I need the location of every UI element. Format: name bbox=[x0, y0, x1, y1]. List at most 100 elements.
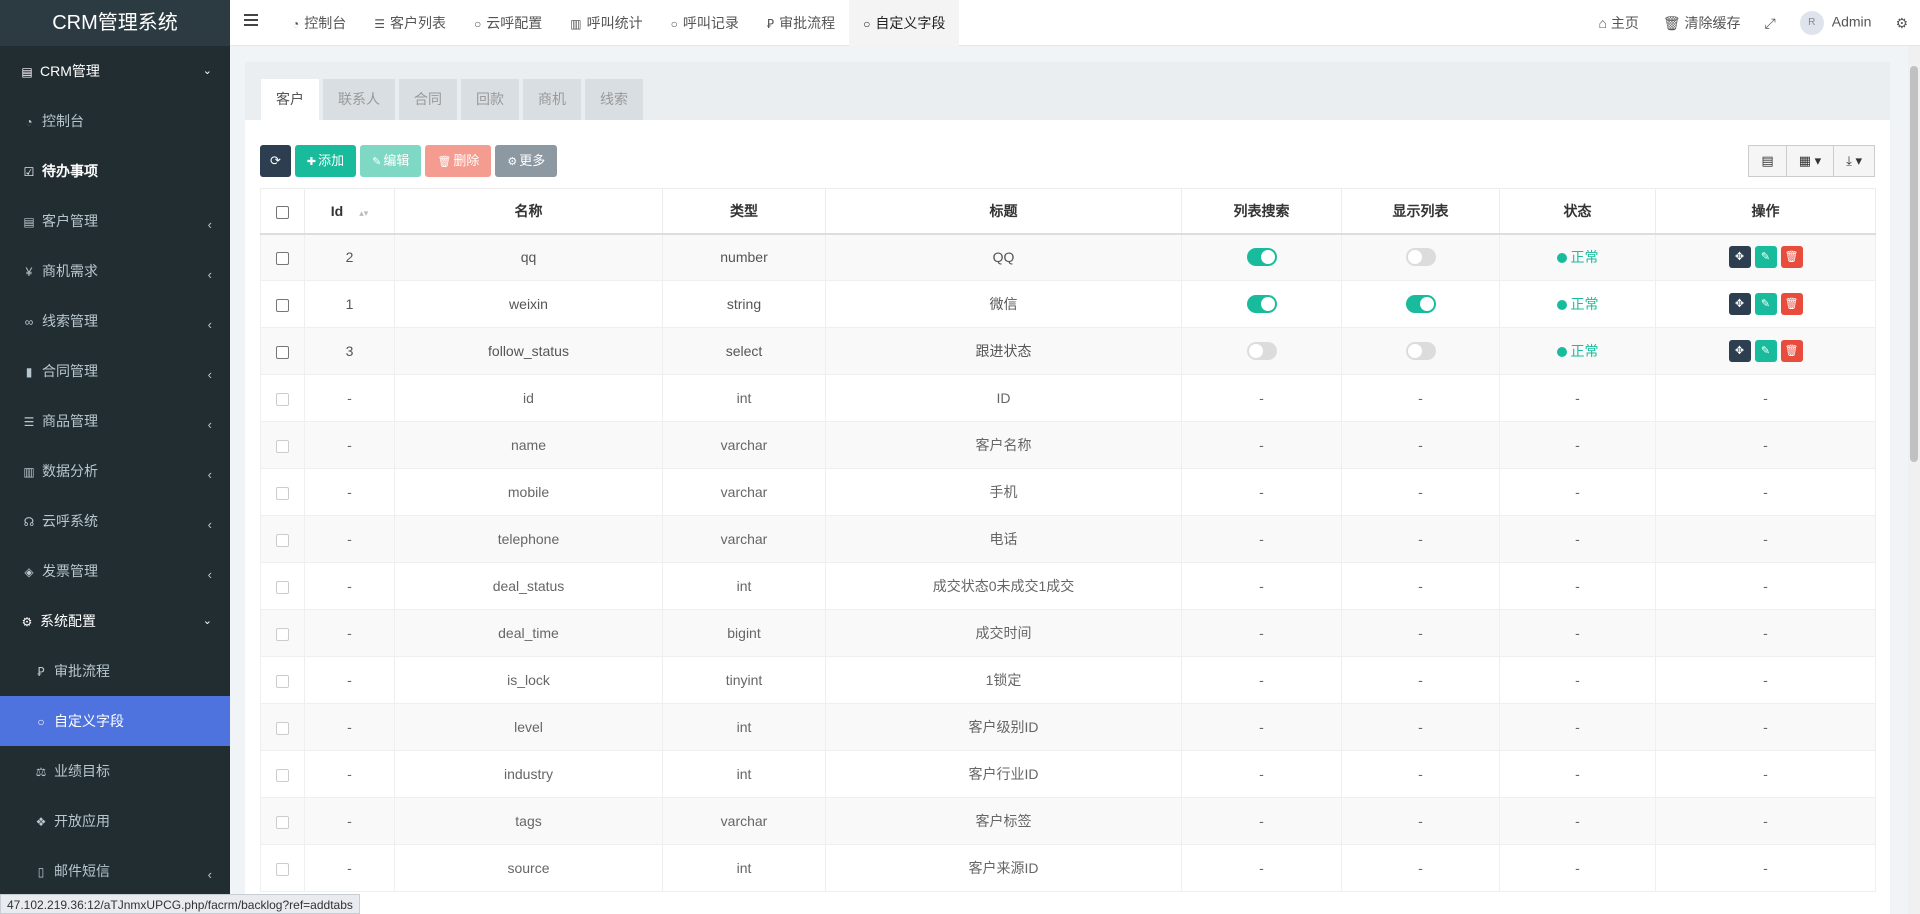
select-all-checkbox[interactable] bbox=[276, 205, 289, 219]
export-button[interactable]: ⤓ ▾ bbox=[1833, 145, 1875, 177]
cell-status: 正常 bbox=[1499, 233, 1656, 281]
top-tabs: ◔ 控制台 ☰ 客户列表 ○ 云呼配置 ▥ 呼叫统计 ○ 呼叫记录 Ꝑ 审批流程 ○ 自定义字段 bbox=[278, 0, 960, 46]
row-checkbox[interactable] bbox=[276, 345, 289, 359]
subtab-5[interactable]: 线索 bbox=[585, 79, 643, 120]
row-delete-button[interactable]: 🗑 bbox=[1780, 293, 1803, 315]
sidebar-item-label: 邮件短信 bbox=[54, 863, 110, 879]
delete-button[interactable]: 🗑 删除 bbox=[425, 145, 492, 177]
sidebar-item-12[interactable]: Ꝑ 审批流程 bbox=[0, 646, 230, 696]
list-icon: ☰ bbox=[374, 17, 386, 31]
row-delete-button[interactable]: 🗑 bbox=[1780, 340, 1803, 362]
top-tab-5[interactable]: Ꝑ 审批流程 bbox=[753, 0, 849, 46]
sidebar-item-1[interactable]: ◔ 控制台 bbox=[0, 96, 230, 146]
drag-sort-button[interactable]: ✥ bbox=[1728, 340, 1751, 362]
sidebar-item-2[interactable]: ☑ 待办事项 bbox=[0, 146, 230, 196]
cell-search: - bbox=[1181, 562, 1342, 610]
sidebar-item-8[interactable]: ▥ 数据分析 ‹ bbox=[0, 446, 230, 496]
sidebar-item-9[interactable]: ☊ 云呼系统 ‹ bbox=[0, 496, 230, 546]
show-list-toggle[interactable] bbox=[1405, 342, 1436, 361]
show-list-toggle[interactable] bbox=[1405, 295, 1436, 314]
list-search-toggle[interactable] bbox=[1246, 342, 1277, 361]
show-list-toggle[interactable] bbox=[1405, 248, 1436, 267]
cell-id: - bbox=[304, 656, 395, 704]
cell-id: - bbox=[304, 750, 395, 798]
top-tab-label: 呼叫统计 bbox=[586, 15, 643, 31]
row-checkbox[interactable] bbox=[276, 252, 289, 266]
status-badge[interactable]: 正常 bbox=[1556, 343, 1599, 359]
row-edit-button[interactable]: ✎ bbox=[1754, 293, 1777, 315]
row-select-cell bbox=[260, 609, 305, 657]
top-tab-2[interactable]: ○ 云呼配置 bbox=[460, 0, 556, 46]
cell-id: - bbox=[304, 515, 395, 563]
table-toolbar: ⟳ ✚ 添加 ✎ 编辑 🗑 删除 ⚙ 更多 bbox=[260, 145, 561, 177]
top-tab-6[interactable]: ○ 自定义字段 bbox=[849, 0, 960, 46]
sidebar-item-13[interactable]: ○ 自定义字段 bbox=[0, 696, 230, 746]
top-tab-3[interactable]: ▥ 呼叫统计 bbox=[556, 0, 656, 46]
row-delete-button[interactable]: 🗑 bbox=[1780, 246, 1803, 269]
cell-name: weixin bbox=[394, 280, 663, 328]
sidebar-item-10[interactable]: ◈ 发票管理 ‹ bbox=[0, 546, 230, 596]
app-logo[interactable]: CRM管理系统 bbox=[0, 0, 230, 46]
list-search-toggle[interactable] bbox=[1246, 295, 1277, 314]
drag-sort-button[interactable]: ✥ bbox=[1728, 293, 1751, 315]
clear-cache-link[interactable]: 🗑 清除缓存 bbox=[1651, 13, 1753, 33]
row-checkbox[interactable] bbox=[276, 298, 289, 312]
status-badge[interactable]: 正常 bbox=[1556, 296, 1599, 312]
sidebar-item-0[interactable]: ▤ CRM管理 ⌄ bbox=[0, 46, 230, 96]
subtab-0[interactable]: 客户 bbox=[261, 79, 319, 120]
row-edit-button[interactable]: ✎ bbox=[1754, 340, 1777, 362]
trash-icon: 🗑 bbox=[437, 156, 452, 168]
top-tab-0[interactable]: ◔ 控制台 bbox=[278, 0, 360, 46]
more-button[interactable]: ⚙ 更多 bbox=[495, 145, 558, 177]
toggle-knob bbox=[1248, 344, 1263, 359]
cell-type: select bbox=[662, 327, 826, 375]
drag-sort-button[interactable]: ✥ bbox=[1728, 246, 1751, 269]
cell-name: is_lock bbox=[394, 656, 663, 704]
subtab-2[interactable]: 合同 bbox=[399, 79, 457, 120]
scrollbar-thumb[interactable] bbox=[1910, 66, 1918, 462]
columns-icon: ▯ bbox=[37, 865, 45, 879]
row-edit-button[interactable]: ✎ bbox=[1754, 246, 1777, 269]
subtab-3[interactable]: 回款 bbox=[461, 79, 519, 120]
cell-actions: ✥ ✎ 🗑 bbox=[1655, 280, 1876, 328]
sidebar-item-7[interactable]: ☰ 商品管理 ‹ bbox=[0, 396, 230, 446]
cell-name: source bbox=[394, 844, 663, 892]
add-button[interactable]: ✚ 添加 bbox=[294, 145, 357, 177]
toggle-knob bbox=[1260, 297, 1275, 312]
sidebar-item-label: 业绩目标 bbox=[54, 763, 110, 779]
header-title: 标题 bbox=[825, 188, 1182, 235]
top-tab-4[interactable]: ○ 呼叫记录 bbox=[657, 0, 753, 46]
edit-button[interactable]: ✎ 编辑 bbox=[360, 145, 422, 177]
toggle-knob bbox=[1419, 297, 1434, 312]
home-link[interactable]: ⌂ 主页 bbox=[1587, 13, 1651, 33]
sidebar-item-4[interactable]: ¥ 商机需求 ‹ bbox=[0, 246, 230, 296]
toggle-view-button[interactable]: ▤ bbox=[1748, 145, 1787, 177]
sidebar-item-6[interactable]: ▮ 合同管理 ‹ bbox=[0, 346, 230, 396]
subtab-4[interactable]: 商机 bbox=[523, 79, 581, 120]
fullscreen-icon[interactable]: ⤢ bbox=[1753, 15, 1788, 32]
chevron-down-icon: ⌄ bbox=[202, 615, 212, 627]
header-id[interactable]: Id ▴▾ bbox=[304, 188, 395, 235]
settings-cogs-icon[interactable]: ⚙ bbox=[1883, 15, 1920, 32]
list-search-toggle[interactable] bbox=[1246, 248, 1277, 267]
subtab-1[interactable]: 联系人 bbox=[323, 79, 395, 120]
status-dot-icon bbox=[1556, 347, 1567, 357]
sidebar-item-16[interactable]: ▯ 邮件短信 ‹ bbox=[0, 846, 230, 896]
refresh-button[interactable]: ⟳ bbox=[260, 145, 291, 177]
page-scrollbar[interactable] bbox=[1908, 46, 1920, 914]
cell-ops: - bbox=[1655, 515, 1876, 563]
columns-button[interactable]: ▦ ▾ bbox=[1785, 145, 1835, 177]
sidebar-item-14[interactable]: ⚖ 业绩目标 bbox=[0, 746, 230, 796]
status-badge[interactable]: 正常 bbox=[1556, 249, 1599, 265]
menu-toggle-icon[interactable] bbox=[244, 14, 258, 29]
sidebar-item-15[interactable]: ❖ 开放应用 bbox=[0, 796, 230, 846]
cell-title: ID bbox=[825, 374, 1182, 422]
top-tab-1[interactable]: ☰ 客户列表 bbox=[360, 0, 460, 46]
sidebar-item-3[interactable]: ▤ 客户管理 ‹ bbox=[0, 196, 230, 246]
cell-title: 成交时间 bbox=[825, 609, 1182, 657]
cell-search: - bbox=[1181, 656, 1342, 704]
sidebar-item-11[interactable]: ⚙ 系统配置 ⌄ bbox=[0, 596, 230, 646]
user-menu[interactable]: R Admin bbox=[1788, 11, 1884, 35]
sidebar-item-5[interactable]: ∞ 线索管理 ‹ bbox=[0, 296, 230, 346]
chevron-left-icon: ‹ bbox=[207, 317, 212, 332]
